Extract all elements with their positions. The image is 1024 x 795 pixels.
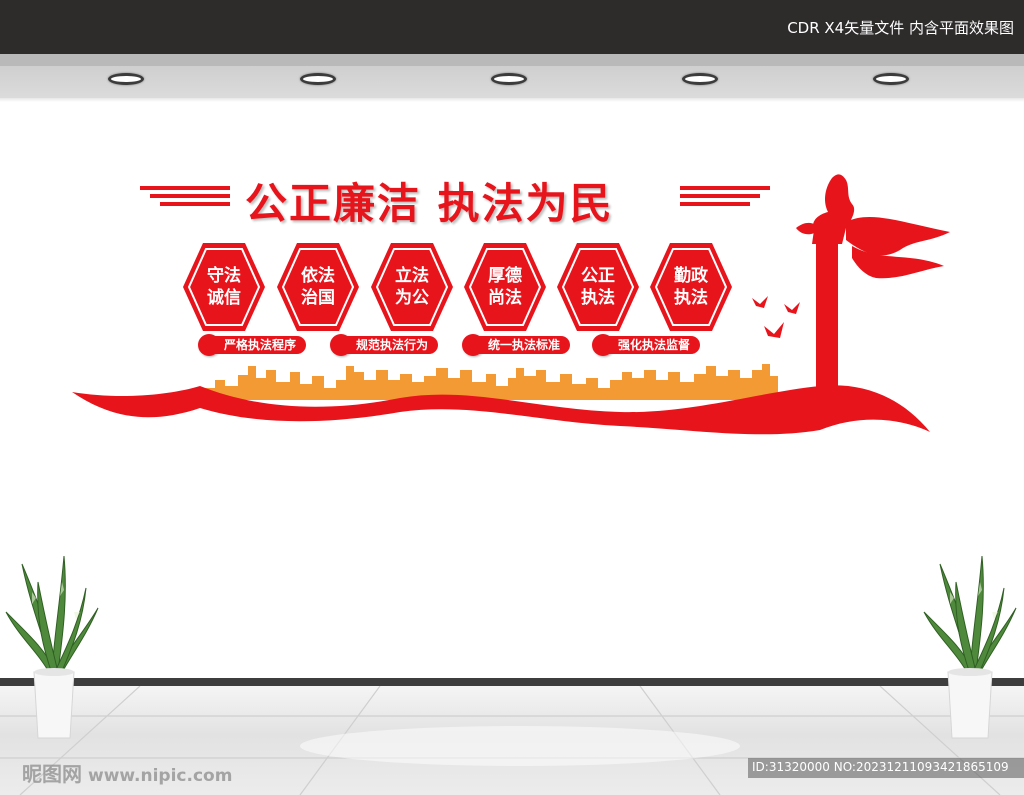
city-skyline bbox=[205, 364, 778, 400]
hexagon-line2: 为公 bbox=[395, 288, 429, 308]
right-title-lines bbox=[680, 186, 770, 206]
hexagon-line2: 执法 bbox=[581, 288, 615, 308]
slogan-pill: 强化执法监督 bbox=[592, 333, 701, 357]
slogan-pill: 严格执法程序 bbox=[198, 333, 307, 357]
slogan-pill: 统一执法标准 bbox=[462, 333, 571, 357]
hexagon-line2: 诚信 bbox=[207, 288, 241, 308]
hexagon-text: 公正 执法 bbox=[555, 241, 641, 333]
birds bbox=[752, 296, 800, 338]
potted-plant-left bbox=[5, 555, 99, 739]
downlight-icon bbox=[682, 73, 718, 85]
hexagon-badge: 勤政 执法 bbox=[648, 241, 734, 333]
image-id-text: ID:31320000 NO:20231211093421865109 bbox=[752, 760, 1009, 774]
hexagon-line1: 立法 bbox=[395, 266, 429, 286]
hexagon-line1: 守法 bbox=[207, 266, 241, 286]
hexagon-text: 厚德 尚法 bbox=[462, 241, 548, 333]
watermark: 昵图网 www.nipic.com bbox=[22, 758, 232, 787]
downlight-icon bbox=[873, 73, 909, 85]
downlight-icon bbox=[491, 73, 527, 85]
slogan-text: 规范执法行为 bbox=[346, 336, 439, 354]
hexagon-text: 立法 为公 bbox=[369, 241, 455, 333]
potted-plant-right bbox=[923, 555, 1017, 739]
banner-title: 公正廉洁 执法为民 bbox=[245, 179, 614, 228]
baseboard bbox=[0, 678, 1024, 686]
slogan-text: 严格执法程序 bbox=[214, 336, 307, 354]
hexagon-badge: 立法 为公 bbox=[369, 241, 455, 333]
downlight-icon bbox=[300, 73, 336, 85]
hexagon-badge: 守法 诚信 bbox=[181, 241, 267, 333]
hexagon-line2: 治国 bbox=[301, 288, 335, 308]
hexagon-badge: 厚德 尚法 bbox=[462, 241, 548, 333]
hexagon-line2: 执法 bbox=[674, 288, 708, 308]
hexagon-line2: 尚法 bbox=[488, 288, 522, 308]
watermark-url: www.nipic.com bbox=[88, 766, 233, 786]
hexagon-text: 勤政 执法 bbox=[648, 241, 734, 333]
file-info-text: CDR X4矢量文件 内含平面效果图 bbox=[787, 19, 1014, 37]
hexagon-line1: 公正 bbox=[581, 266, 615, 286]
slogan-pill: 规范执法行为 bbox=[330, 333, 439, 357]
downlight-icon bbox=[108, 73, 144, 85]
top-bar: CDR X4矢量文件 内含平面效果图 bbox=[0, 0, 1024, 54]
hexagon-line1: 勤政 bbox=[674, 266, 708, 286]
slogan-text: 统一执法标准 bbox=[478, 336, 571, 354]
hexagon-text: 守法 诚信 bbox=[181, 241, 267, 333]
hexagon-text: 依法 治国 bbox=[275, 241, 361, 333]
hexagon-badge: 依法 治国 bbox=[275, 241, 361, 333]
slogan-text: 强化执法监督 bbox=[608, 336, 701, 354]
hexagon-badge: 公正 执法 bbox=[555, 241, 641, 333]
huabiao-pillar bbox=[796, 174, 950, 410]
watermark-site: 昵图网 bbox=[22, 762, 82, 786]
hexagon-line1: 依法 bbox=[301, 266, 335, 286]
left-title-lines bbox=[140, 186, 230, 206]
hexagon-line1: 厚德 bbox=[488, 266, 522, 286]
